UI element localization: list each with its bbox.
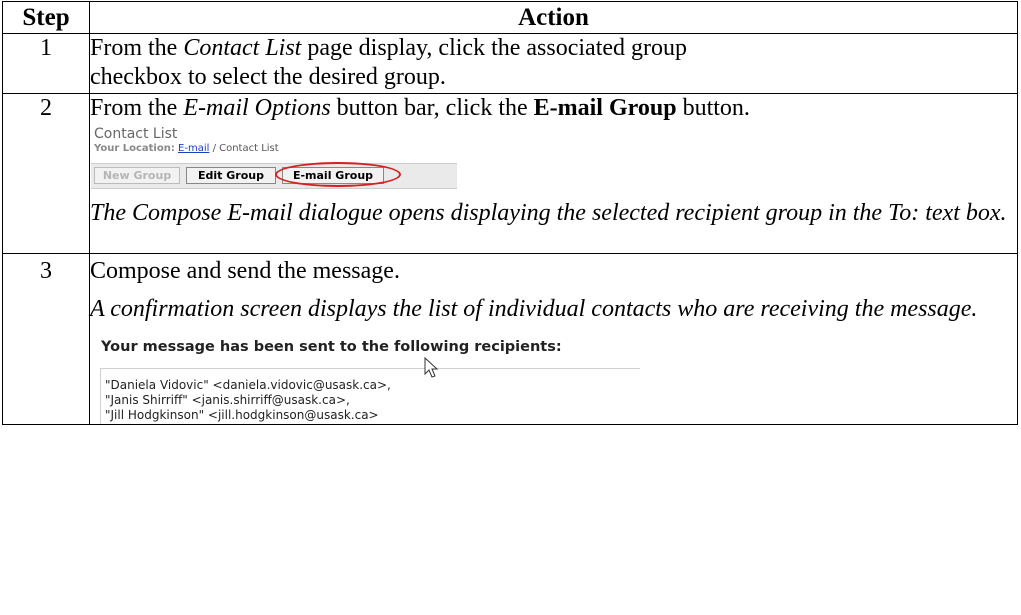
result-note-text: A confirmation screen displays the list …	[90, 296, 978, 322]
recipient-entry: "Daniela Vidovic" <daniela.vidovic@usask…	[105, 378, 391, 392]
email-breadcrumb-link[interactable]: E-mail	[178, 143, 209, 154]
step-number: 3	[2, 253, 90, 425]
text-segment: From the	[90, 95, 184, 121]
recipient-entry: "Jill Hodgkinson" <jill.hodgkinson@usask…	[105, 408, 379, 422]
highlight-circle	[275, 162, 401, 187]
button-bar-name-italic: E-mail Options	[183, 95, 331, 121]
text-segment: button bar, click the	[330, 95, 534, 121]
step-header: Step	[2, 1, 90, 34]
recipient-list: "Daniela Vidovic" <daniela.vidovic@usask…	[100, 357, 640, 424]
edit-group-button[interactable]: Edit Group	[186, 167, 276, 184]
result-note: A confirmation screen displays the list …	[90, 295, 1017, 324]
step-text-continued: checkbox to select the desired group.	[90, 64, 446, 90]
step-number: 2	[2, 93, 90, 254]
table-row: 3 Compose and send the message. A confir…	[2, 253, 1018, 425]
step-text: Compose and send the message.	[90, 258, 400, 284]
result-note-text: The Compose E-mail dialogue opens displa…	[90, 200, 1007, 226]
recipient-entry: "Janis Shirriff" <janis.shirriff@usask.c…	[105, 393, 350, 407]
contact-list-screenshot: Contact List Your Location: E-mail / Con…	[90, 126, 1017, 189]
mouse-cursor-icon	[424, 357, 439, 378]
step-action: Compose and send the message. A confirma…	[89, 253, 1018, 425]
contact-list-title: Contact List	[94, 126, 178, 142]
text-segment: page display, click the associated group	[301, 35, 688, 61]
steps-table: Step Action 1 From the Contact List page…	[2, 1, 1018, 425]
step-number: 1	[2, 33, 90, 94]
confirmation-screenshot: Your message has been sent to the follow…	[90, 338, 1017, 424]
breadcrumb-current: / Contact List	[209, 143, 279, 154]
step-text: From the Contact List page display, clic…	[90, 34, 1017, 63]
text-segment: button.	[676, 95, 750, 121]
table-row: 1 From the Contact List page display, cl…	[2, 33, 1018, 94]
confirmation-heading: Your message has been sent to the follow…	[101, 339, 562, 355]
action-header: Action	[89, 1, 1018, 34]
step-text: From the E-mail Options button bar, clic…	[90, 94, 1017, 123]
button-name-bold: E-mail Group	[533, 95, 677, 121]
header-row: Step Action	[2, 1, 1018, 34]
page-name-italic: Contact List	[183, 35, 302, 61]
location-label: Your Location:	[94, 143, 175, 154]
result-note: The Compose E-mail dialogue opens displa…	[90, 199, 1017, 228]
table-row: 2 From the E-mail Options button bar, cl…	[2, 93, 1018, 254]
step-action: From the E-mail Options button bar, clic…	[89, 93, 1018, 254]
new-group-button[interactable]: New Group	[94, 167, 180, 184]
breadcrumb: Your Location: E-mail / Contact List	[94, 142, 1017, 155]
email-options-button-bar: New Group Edit Group E-mail Group	[91, 162, 457, 189]
step-action: From the Contact List page display, clic…	[89, 33, 1018, 94]
text-segment: From the	[90, 35, 184, 61]
